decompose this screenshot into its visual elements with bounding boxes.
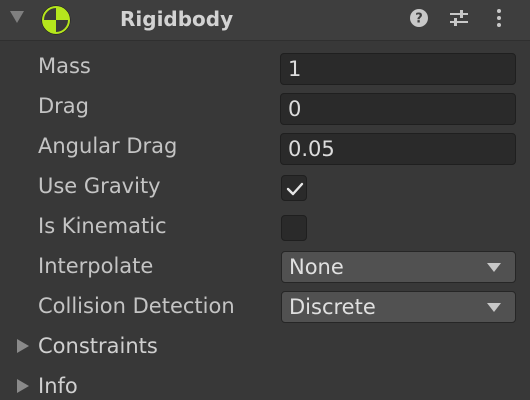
is-kinematic-row: Is Kinematic xyxy=(0,206,530,246)
svg-text:?: ? xyxy=(415,12,423,27)
interpolate-selected: None xyxy=(289,255,344,279)
rigidbody-icon xyxy=(40,4,72,36)
mass-row: Mass 1 xyxy=(0,46,530,86)
foldout-arrow-icon[interactable] xyxy=(17,379,29,393)
is-kinematic-checkbox[interactable] xyxy=(281,215,307,241)
interpolate-row: Interpolate None xyxy=(0,246,530,286)
angular-drag-label: Angular Drag xyxy=(38,134,178,158)
collision-detection-dropdown[interactable]: Discrete xyxy=(281,291,516,323)
component-title: Rigidbody xyxy=(120,7,234,31)
is-kinematic-label: Is Kinematic xyxy=(38,214,167,238)
drag-label: Drag xyxy=(38,94,90,118)
angular-drag-row: Angular Drag 0.05 xyxy=(0,126,530,166)
mass-field[interactable]: 1 xyxy=(280,53,516,85)
drag-row: Drag 0 xyxy=(0,86,530,126)
dropdown-arrow-icon xyxy=(487,263,501,272)
constraints-label: Constraints xyxy=(38,334,158,358)
collision-detection-label: Collision Detection xyxy=(38,294,235,318)
foldout-arrow-icon[interactable] xyxy=(10,11,24,23)
info-label: Info xyxy=(38,374,78,398)
collision-detection-row: Collision Detection Discrete xyxy=(0,286,530,326)
angular-drag-field[interactable]: 0.05 xyxy=(280,133,516,165)
collision-detection-selected: Discrete xyxy=(289,295,376,319)
rigidbody-inspector: Rigidbody ? Mass 1 Drag 0 Angular Drag 0… xyxy=(0,0,530,400)
info-foldout[interactable]: Info xyxy=(0,366,530,400)
drag-field[interactable]: 0 xyxy=(280,93,516,125)
use-gravity-row: Use Gravity xyxy=(0,166,530,206)
use-gravity-checkbox[interactable] xyxy=(281,175,307,201)
constraints-foldout[interactable]: Constraints xyxy=(0,326,530,366)
interpolate-label: Interpolate xyxy=(38,254,154,278)
checkmark-icon xyxy=(286,182,304,196)
mass-label: Mass xyxy=(38,54,91,78)
kebab-menu-icon[interactable] xyxy=(488,7,510,29)
dropdown-arrow-icon xyxy=(487,303,501,312)
component-header[interactable]: Rigidbody ? xyxy=(0,0,530,41)
interpolate-dropdown[interactable]: None xyxy=(281,251,516,283)
help-icon[interactable]: ? xyxy=(408,7,430,29)
use-gravity-label: Use Gravity xyxy=(38,174,161,198)
foldout-arrow-icon[interactable] xyxy=(17,339,29,353)
preset-sliders-icon[interactable] xyxy=(448,7,470,29)
